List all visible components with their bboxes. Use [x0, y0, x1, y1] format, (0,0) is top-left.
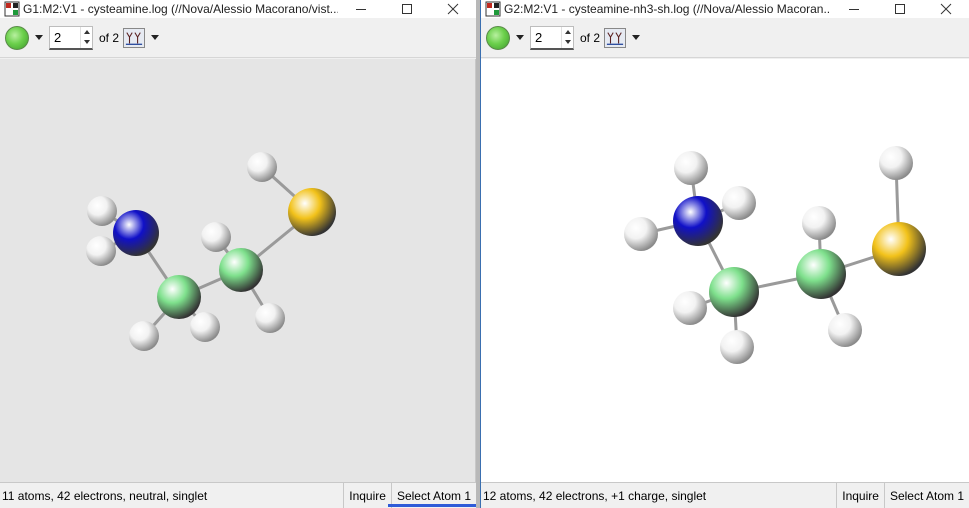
- molecule-viewport[interactable]: [481, 59, 969, 482]
- model-number-stepper[interactable]: [49, 25, 93, 50]
- viewer-window-1: G1:M2:V1 - cysteamine.log (//Nova/Alessi…: [0, 0, 476, 508]
- action-indicator: Select Atom 1: [883, 483, 969, 508]
- element-color-ball[interactable]: [5, 25, 29, 50]
- hydrogen-atom[interactable]: [190, 312, 220, 342]
- viewer-window-2: G2:M2:V1 - cysteamine-nh3-sh.log (//Nova…: [480, 0, 969, 508]
- hydrogen-atom[interactable]: [673, 291, 707, 325]
- arrow-down-icon: [83, 40, 90, 45]
- maximize-button[interactable]: [384, 0, 430, 18]
- stepper-down-button[interactable]: [562, 37, 573, 48]
- carbon-atom[interactable]: [796, 249, 846, 299]
- mode-indicator: Inquire: [836, 483, 884, 508]
- hydrogen-atom[interactable]: [720, 330, 754, 364]
- close-icon: [940, 3, 952, 15]
- molecule-info: 12 atoms, 42 electrons, +1 charge, singl…: [483, 488, 707, 503]
- hydrogen-atom[interactable]: [86, 236, 116, 266]
- hydrogen-atom[interactable]: [201, 222, 231, 252]
- arrow-down-icon: [564, 40, 571, 45]
- chevron-down-icon[interactable]: [151, 35, 160, 40]
- frame-selector-icon[interactable]: [604, 27, 627, 48]
- title-bar[interactable]: G1:M2:V1 - cysteamine.log (//Nova/Alessi…: [0, 0, 476, 18]
- maximize-icon: [895, 4, 905, 14]
- molecule-info: 11 atoms, 42 electrons, neutral, singlet: [2, 488, 208, 503]
- minimize-icon: [356, 9, 366, 10]
- hydrogen-atom[interactable]: [674, 151, 708, 185]
- gaussview-app-icon: [4, 1, 20, 17]
- chevron-down-icon[interactable]: [35, 35, 43, 40]
- close-button[interactable]: [430, 0, 476, 18]
- model-number-stepper[interactable]: [530, 25, 574, 50]
- hydrogen-atom[interactable]: [129, 321, 159, 351]
- hydrogen-atom[interactable]: [722, 186, 756, 220]
- window-title: G2:M2:V1 - cysteamine-nh3-sh.log (//Nova…: [504, 2, 831, 16]
- arrow-up-icon: [564, 29, 571, 34]
- chevron-down-icon[interactable]: [632, 35, 641, 40]
- sulfur-atom[interactable]: [872, 222, 926, 276]
- minimize-icon: [849, 9, 859, 10]
- arrow-up-icon: [83, 29, 90, 34]
- window-title: G1:M2:V1 - cysteamine.log (//Nova/Alessi…: [23, 2, 338, 16]
- title-bar[interactable]: G2:M2:V1 - cysteamine-nh3-sh.log (//Nova…: [481, 0, 969, 18]
- frame-selector-icon[interactable]: [123, 27, 146, 48]
- model-count-label: of 2: [99, 30, 120, 45]
- molecule-viewport[interactable]: [0, 59, 476, 482]
- hydrogen-atom[interactable]: [87, 196, 117, 226]
- minimize-button[interactable]: [831, 0, 877, 18]
- hydrogen-atom[interactable]: [828, 313, 862, 347]
- hydrogen-atom[interactable]: [624, 217, 658, 251]
- model-number-input[interactable]: [50, 26, 80, 48]
- chevron-down-icon[interactable]: [516, 35, 524, 40]
- maximize-button[interactable]: [877, 0, 923, 18]
- carbon-atom[interactable]: [219, 248, 263, 292]
- stepper-up-button[interactable]: [562, 27, 573, 38]
- sulfur-atom[interactable]: [288, 188, 336, 236]
- maximize-icon: [402, 4, 412, 14]
- close-button[interactable]: [923, 0, 969, 18]
- molecule-canvas[interactable]: [481, 59, 969, 482]
- element-color-ball[interactable]: [486, 25, 510, 50]
- hydrogen-atom[interactable]: [802, 206, 836, 240]
- toolbar: of 2: [0, 18, 476, 58]
- hydrogen-atom[interactable]: [879, 146, 913, 180]
- nitrogen-atom[interactable]: [673, 196, 723, 246]
- model-count-label: of 2: [580, 30, 601, 45]
- minimize-button[interactable]: [338, 0, 384, 18]
- gaussview-app-icon: [485, 1, 501, 17]
- stepper-up-button[interactable]: [81, 27, 92, 38]
- close-icon: [447, 3, 459, 15]
- stepper-down-button[interactable]: [81, 37, 92, 48]
- taskbar-highlight: [388, 504, 476, 507]
- carbon-atom[interactable]: [709, 267, 759, 317]
- hydrogen-atom[interactable]: [255, 303, 285, 333]
- status-bar: 12 atoms, 42 electrons, +1 charge, singl…: [481, 482, 969, 508]
- toolbar: of 2: [481, 18, 969, 58]
- model-number-input[interactable]: [531, 26, 561, 48]
- hydrogen-atom[interactable]: [247, 152, 277, 182]
- carbon-atom[interactable]: [157, 275, 201, 319]
- nitrogen-atom[interactable]: [113, 210, 159, 256]
- mode-indicator: Inquire: [343, 483, 391, 508]
- molecule-canvas[interactable]: [0, 59, 476, 482]
